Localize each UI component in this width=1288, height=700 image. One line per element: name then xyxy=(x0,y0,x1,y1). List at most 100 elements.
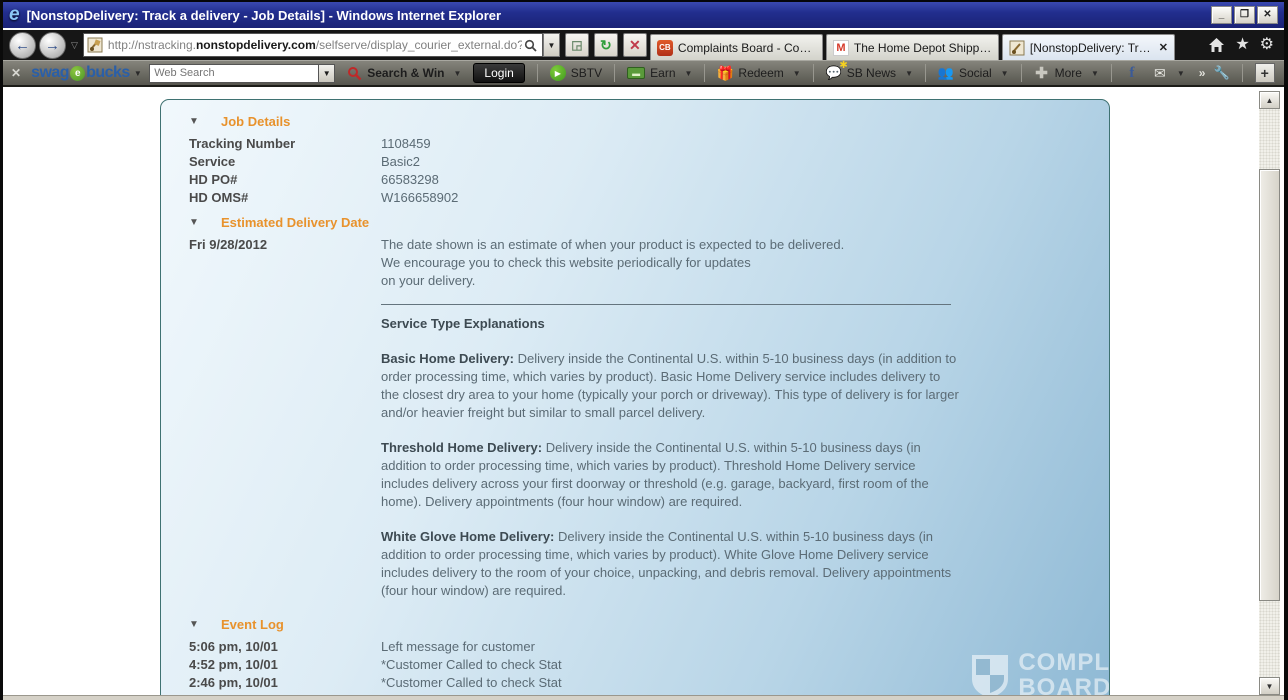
chevron-down-icon[interactable]: ▼ xyxy=(685,69,693,78)
chevron-down-icon[interactable]: ▼ xyxy=(793,69,801,78)
search-win-label: Search & Win xyxy=(367,66,444,80)
toolbar-divider xyxy=(537,64,538,82)
tab-close-icon[interactable]: ✕ xyxy=(1159,41,1168,54)
field-value: W166658902 xyxy=(381,189,458,207)
window-title: [NonstopDelivery: Track a delivery - Job… xyxy=(27,8,502,23)
web-search-input[interactable] xyxy=(149,64,319,83)
close-button[interactable]: ✕ xyxy=(1257,6,1278,24)
menu-item-social[interactable]: 👥 Social ▼ xyxy=(938,66,1009,80)
address-tab-row: ← → ▽ http://nstracking.nonstopdelivery.… xyxy=(3,30,1284,60)
home-icon[interactable] xyxy=(1208,37,1225,53)
logo-text-swag: swag xyxy=(31,64,69,82)
site-favicon-icon xyxy=(1009,40,1025,56)
address-dropdown-button[interactable]: ▼ xyxy=(543,33,560,57)
collapse-triangle-icon[interactable]: ▼ xyxy=(189,217,221,228)
menu-item-more[interactable]: ✚ More ▼ xyxy=(1034,66,1099,80)
section-title: Job Details xyxy=(221,114,290,129)
refresh-button[interactable]: ↻ xyxy=(594,33,618,57)
chevron-down-icon[interactable]: ▼ xyxy=(454,69,462,78)
chevron-down-icon[interactable]: ▼ xyxy=(905,69,913,78)
field-label: Tracking Number xyxy=(189,135,381,153)
compatibility-icon: ◲ xyxy=(571,38,582,52)
add-toolbar-button[interactable]: + xyxy=(1255,63,1275,83)
delivery-info-column: The date shown is an estimate of when yo… xyxy=(381,236,959,617)
overflow-chevron-icon[interactable]: » xyxy=(1199,66,1206,80)
search-dropdown-button[interactable]: ▼ xyxy=(319,64,335,83)
url-text[interactable]: http://nstracking.nonstopdelivery.com/se… xyxy=(108,38,522,52)
tab-home-depot-shipping[interactable]: M The Home Depot Shipping ... xyxy=(826,34,999,60)
toolbar-divider xyxy=(925,64,926,82)
restore-button[interactable]: ❐ xyxy=(1234,6,1255,24)
tab-complaints-board[interactable]: CB Complaints Board - Consum... xyxy=(650,34,823,60)
field-value: Basic2 xyxy=(381,153,420,171)
event-description: *Customer Called to check Stat xyxy=(381,656,562,674)
job-detail-row: Service Basic2 xyxy=(189,153,1109,171)
swagbucks-logo[interactable]: swag e bucks ▼ xyxy=(31,64,141,82)
chevron-down-icon[interactable]: ▼ xyxy=(1091,69,1099,78)
history-dropdown-icon[interactable]: ▽ xyxy=(71,40,78,51)
tab-label: Complaints Board - Consum... xyxy=(678,41,816,55)
login-button[interactable]: Login xyxy=(473,63,524,83)
toolbar-divider xyxy=(1111,64,1112,82)
search-and-win-button[interactable]: Search & Win ▼ xyxy=(347,66,461,81)
gmail-favicon-icon: M xyxy=(833,40,849,56)
field-label: Service xyxy=(189,153,381,171)
wrench-icon[interactable]: 🔧 xyxy=(1213,65,1229,81)
collapse-triangle-icon[interactable]: ▼ xyxy=(189,116,221,127)
vertical-scrollbar[interactable]: ▲ ▼ xyxy=(1259,91,1280,695)
complaints-board-favicon-icon: CB xyxy=(657,40,673,56)
swagbucks-leaf-icon: e xyxy=(70,66,85,81)
section-header-estimated-delivery: ▼ Estimated Delivery Date xyxy=(189,215,1109,230)
status-bar xyxy=(3,695,1284,700)
tracking-panel: ▼ Job Details Tracking Number 1108459 Se… xyxy=(160,99,1110,695)
new-badge-icon: ✱ xyxy=(839,60,847,71)
event-description: *Customer Called to check Stat xyxy=(381,674,562,692)
toolbar-close-icon[interactable]: ✕ xyxy=(11,66,21,80)
service-type-explanations-title: Service Type Explanations xyxy=(381,315,959,333)
minimize-button[interactable]: _ xyxy=(1211,6,1232,24)
job-detail-row: HD OMS# W166658902 xyxy=(189,189,1109,207)
envelope-icon: ✉ xyxy=(1152,66,1168,80)
section-header-job-details: ▼ Job Details xyxy=(189,114,1109,129)
swagbucks-toolbar: ✕ swag e bucks ▼ ▼ Search & Win ▼ Login … xyxy=(3,60,1284,87)
back-button[interactable]: ← xyxy=(9,32,36,59)
menu-label: Redeem xyxy=(738,66,783,80)
sbtv-button[interactable]: ▶ SBTV xyxy=(550,65,602,81)
stop-button[interactable]: ✕ xyxy=(623,33,647,57)
menu-item-sb-news[interactable]: 💬✱ SB News ▼ xyxy=(826,66,913,80)
scroll-up-button[interactable]: ▲ xyxy=(1259,91,1280,109)
toolbar-divider xyxy=(813,64,814,82)
tab-nonstopdelivery-active[interactable]: [NonstopDelivery: Trac... ✕ xyxy=(1002,34,1175,60)
gift-icon: 🎁 xyxy=(717,66,733,80)
chevron-down-icon[interactable]: ▼ xyxy=(1001,69,1009,78)
watermark-line2: BOARD xyxy=(1018,675,1110,695)
section-title: Event Log xyxy=(221,617,284,632)
chevron-down-icon[interactable]: ▼ xyxy=(1177,69,1185,78)
sbtv-label: SBTV xyxy=(571,66,602,80)
forward-button[interactable]: → xyxy=(39,32,66,59)
facebook-button[interactable]: f xyxy=(1124,66,1140,80)
favorites-star-icon[interactable]: ★ xyxy=(1235,37,1249,53)
field-label: HD OMS# xyxy=(189,189,381,207)
scrollbar-thumb[interactable] xyxy=(1259,169,1280,601)
explanation-term: Basic Home Delivery: xyxy=(381,351,514,366)
scroll-down-button[interactable]: ▼ xyxy=(1259,677,1280,695)
stop-icon: ✕ xyxy=(629,37,641,54)
job-detail-row: HD PO# 66583298 xyxy=(189,171,1109,189)
compatibility-view-button[interactable]: ◲ xyxy=(565,33,589,57)
field-value: 1108459 xyxy=(381,135,431,153)
search-icon[interactable] xyxy=(524,39,537,52)
email-button[interactable]: ✉ ▼ xyxy=(1152,66,1185,80)
watermark-line1: COMPLAINTS xyxy=(1018,650,1110,675)
menu-label: Earn xyxy=(650,66,675,80)
collapse-triangle-icon[interactable]: ▼ xyxy=(189,619,221,630)
menu-item-redeem[interactable]: 🎁 Redeem ▼ xyxy=(717,66,800,80)
menu-label: More xyxy=(1055,66,1082,80)
field-label: HD PO# xyxy=(189,171,381,189)
title-bar: e [NonstopDelivery: Track a delivery - J… xyxy=(3,0,1284,28)
menu-item-earn[interactable]: ▬ Earn ▼ xyxy=(627,66,692,80)
settings-gear-icon[interactable]: ⚙ xyxy=(1260,37,1274,53)
address-bar[interactable]: http://nstracking.nonstopdelivery.com/se… xyxy=(83,33,543,57)
chevron-down-icon[interactable]: ▼ xyxy=(134,69,141,78)
explanation-threshold: Threshold Home Delivery: Delivery inside… xyxy=(381,439,959,511)
